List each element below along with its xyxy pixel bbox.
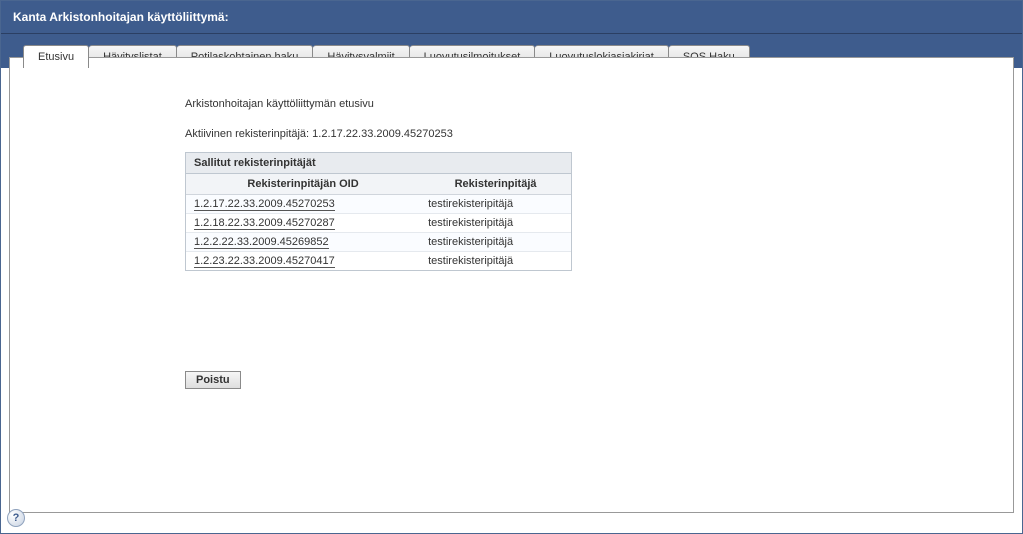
page-heading: Arkistonhoitajan käyttöliittymän etusivu	[185, 98, 1013, 110]
table-row: 1.2.23.22.33.2009.45270417 testirekister…	[186, 252, 571, 271]
allowed-registrars-title: Sallitut rekisterinpitäjät	[186, 153, 571, 174]
logout-area: Poistu	[185, 371, 1013, 389]
allowed-registrars-panel: Sallitut rekisterinpitäjät Rekisterinpit…	[185, 152, 572, 271]
help-icon[interactable]: ?	[7, 509, 25, 527]
col-oid: Rekisterinpitäjän OID	[186, 174, 420, 195]
table-header-row: Rekisterinpitäjän OID Rekisterinpitäjä	[186, 174, 571, 195]
main-content: Arkistonhoitajan käyttöliittymän etusivu…	[10, 58, 1013, 389]
registrar-oid-link[interactable]: 1.2.17.22.33.2009.45270253	[194, 198, 335, 211]
registrar-name: testirekisteripitäjä	[420, 195, 571, 214]
app-window: Kanta Arkistonhoitajan käyttöliittymä: E…	[0, 0, 1023, 534]
registrar-oid-link[interactable]: 1.2.18.22.33.2009.45270287	[194, 217, 335, 230]
active-registrar-line: Aktiivinen rekisterinpitäjä: 1.2.17.22.3…	[185, 128, 1013, 140]
registrar-name: testirekisteripitäjä	[420, 233, 571, 252]
window-title: Kanta Arkistonhoitajan käyttöliittymä:	[13, 10, 229, 24]
active-registrar-label: Aktiivinen rekisterinpitäjä:	[185, 128, 312, 140]
logout-button[interactable]: Poistu	[185, 371, 241, 389]
registrar-oid-link[interactable]: 1.2.2.22.33.2009.45269852	[194, 236, 329, 249]
allowed-registrars-table: Rekisterinpitäjän OID Rekisterinpitäjä 1…	[186, 174, 571, 270]
table-row: 1.2.18.22.33.2009.45270287 testirekister…	[186, 214, 571, 233]
active-registrar-value: 1.2.17.22.33.2009.45270253	[312, 128, 453, 140]
table-row: 1.2.2.22.33.2009.45269852 testirekisteri…	[186, 233, 571, 252]
registrar-oid-link[interactable]: 1.2.23.22.33.2009.45270417	[194, 255, 335, 268]
registrar-name: testirekisteripitäjä	[420, 214, 571, 233]
tab-etusivu[interactable]: Etusivu	[23, 45, 89, 68]
content-panel: Arkistonhoitajan käyttöliittymän etusivu…	[9, 57, 1014, 513]
registrar-name: testirekisteripitäjä	[420, 252, 571, 271]
window-title-bar: Kanta Arkistonhoitajan käyttöliittymä:	[1, 1, 1022, 34]
table-row: 1.2.17.22.33.2009.45270253 testirekister…	[186, 195, 571, 214]
col-name: Rekisterinpitäjä	[420, 174, 571, 195]
